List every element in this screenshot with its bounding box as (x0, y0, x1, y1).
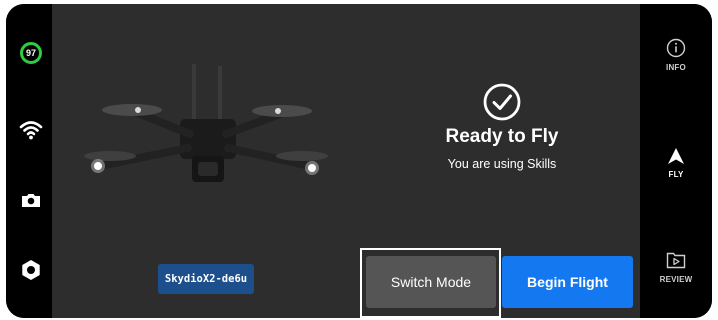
nav-review[interactable]: REVIEW (640, 250, 712, 284)
nav-info-label: INFO (666, 63, 686, 72)
nav-review-label: REVIEW (659, 275, 693, 284)
review-folder-icon (666, 252, 686, 269)
app-frame: 97 Ready to Fly You are using Skills Sky… (6, 4, 712, 318)
status-title: Ready to Fly (445, 126, 559, 147)
settings-gear-icon[interactable] (19, 258, 43, 282)
nav-fly-label: FLY (668, 170, 684, 179)
status-subtitle: You are using Skills (447, 157, 557, 171)
left-toolbar: 97 (6, 4, 52, 318)
battery-level: 97 (25, 48, 36, 58)
begin-flight-button[interactable]: Begin Flight (502, 256, 633, 308)
battery-indicator: 97 (20, 42, 42, 64)
switch-mode-button[interactable]: Switch Mode (366, 256, 496, 308)
fly-arrow-icon (668, 148, 684, 164)
drone-name-badge: SkydioX2-de6u (158, 264, 254, 294)
info-icon (666, 38, 686, 58)
camera-icon[interactable] (19, 188, 43, 212)
drone-image (84, 64, 328, 182)
nav-info[interactable]: INFO (640, 38, 712, 72)
right-nav: INFO FLY REVIEW (640, 4, 712, 318)
status-panel: Ready to Fly You are using Skills (412, 82, 592, 171)
nav-fly[interactable]: FLY (640, 147, 712, 179)
main-panel: Ready to Fly You are using Skills Skydio… (52, 4, 640, 318)
wifi-icon[interactable] (19, 118, 43, 142)
check-circle-icon (483, 83, 521, 121)
